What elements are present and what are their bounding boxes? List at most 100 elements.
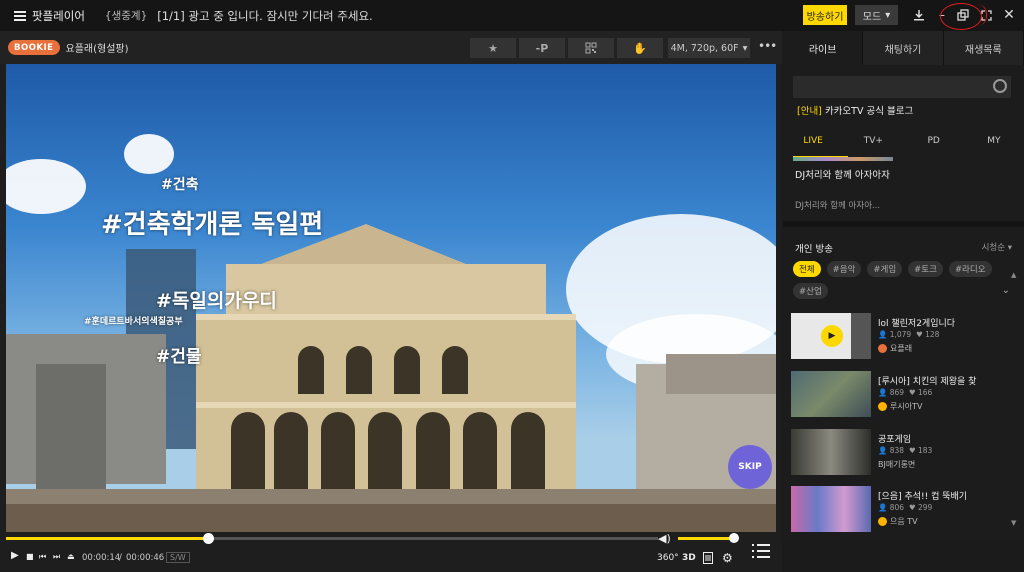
- featured-channel: DJ처리와 함께 아자아...: [795, 201, 881, 211]
- more-options-icon[interactable]: •••: [758, 39, 777, 53]
- search-input[interactable]: [793, 76, 1011, 98]
- overlay-text: #건물: [156, 347, 202, 367]
- time-current: 00:00:14: [82, 553, 121, 563]
- mode-dropdown[interactable]: 모드 ▾: [855, 5, 898, 25]
- chip-game[interactable]: #게임: [867, 261, 903, 277]
- 3d-button[interactable]: 3D: [682, 553, 696, 563]
- video-frame[interactable]: #건축학개론 독일편 #독일의가우디 #건축 #건물 #훈데르트바서의색칠공부 …: [6, 64, 776, 532]
- viewer-count: 838: [889, 446, 905, 455]
- skip-button[interactable]: SKIP: [728, 445, 772, 489]
- prev-icon[interactable]: ⏮: [39, 552, 46, 562]
- chip-talk[interactable]: #토크: [908, 261, 943, 277]
- close-icon[interactable]: ✕: [1001, 6, 1017, 24]
- player-area: BOOKIE 요플래(형설팡) ★ -P ✋ 4M, 720p, 60F ▾ ••…: [0, 31, 782, 572]
- notice-link[interactable]: [안내] 카카오TV 공식 블로그: [797, 103, 913, 117]
- side-panel: 라이브 채팅하기 재생목록 [안내] 카카오TV 공식 블로그 LIVE TV+…: [783, 31, 1024, 541]
- search-icon[interactable]: [993, 79, 1007, 93]
- p-point-icon[interactable]: -P: [519, 38, 565, 58]
- bookie-badge: BOOKIE: [8, 40, 60, 55]
- viewer-count: 1,079: [889, 330, 912, 339]
- viewer-count: 869: [889, 388, 905, 397]
- channel-label: 요플래: [890, 344, 913, 353]
- overlay-text: #건축: [161, 177, 199, 193]
- live-tag: {생중계}: [104, 10, 148, 22]
- stream-channel: 루시아TV: [878, 401, 922, 412]
- stream-title: lol 챌린저2게입니다: [878, 319, 956, 329]
- favorite-star-icon[interactable]: ★: [470, 38, 516, 58]
- list-item[interactable]: [으음] 추석!! 컵 뚝배기 👤 806 ♥ 299 으음 TV: [791, 486, 1013, 534]
- scroll-up-icon[interactable]: ▲: [1011, 271, 1016, 279]
- mode-label: 모드: [862, 11, 882, 23]
- tab-playlist[interactable]: 재생목록: [944, 31, 1024, 65]
- chip-radio[interactable]: #라디오: [948, 261, 992, 277]
- quality-label: 4M, 720p, 60F: [670, 42, 739, 54]
- channel-avatar: [878, 402, 887, 411]
- restore-icon[interactable]: [955, 6, 971, 24]
- volume-handle[interactable]: [729, 533, 739, 543]
- volume-icon[interactable]: ◀): [658, 532, 671, 545]
- dropdown-arrow-icon: ▾: [885, 9, 891, 21]
- stream-channel: BJ매기롱면: [878, 459, 915, 470]
- viewer-count: 806: [889, 503, 905, 512]
- volume-bar[interactable]: [678, 537, 736, 540]
- category-chips: 전체 #음악 #게임 #토크 #라디오 #산업: [793, 261, 993, 299]
- chip-all[interactable]: 전체: [793, 261, 821, 277]
- stop-icon[interactable]: ■: [26, 552, 34, 561]
- like-count: 299: [917, 503, 933, 512]
- sw-codec-label[interactable]: S/W: [166, 552, 190, 563]
- stream-stats: 👤 869 ♥ 166: [878, 388, 933, 397]
- seek-handle[interactable]: [203, 533, 215, 544]
- stream-thumbnail: [791, 429, 871, 475]
- minimize-icon[interactable]: –: [934, 6, 950, 24]
- settings-gear-icon[interactable]: ⚙: [722, 551, 733, 565]
- list-menu-icon[interactable]: [752, 544, 770, 562]
- tab-live[interactable]: 라이브: [783, 31, 864, 65]
- divider: [783, 221, 1024, 227]
- list-item[interactable]: ▶ lol 챌린저2게입니다 👤 1,079 ♥ 128 요플래: [791, 313, 1013, 361]
- stream-channel: 으음 TV: [878, 516, 918, 527]
- time-total: 00:00:46: [126, 553, 165, 563]
- live-tab-my[interactable]: MY: [964, 129, 1024, 159]
- qr-code-icon[interactable]: [568, 38, 614, 58]
- list-item[interactable]: [루시아] 치킨의 제왕을 찾 👤 869 ♥ 166 루시아TV: [791, 371, 1013, 419]
- stream-thumbnail: [791, 486, 871, 532]
- scrollbar[interactable]: ▲ ▼: [1011, 271, 1019, 531]
- stream-title: 공포게임: [878, 435, 912, 445]
- live-tab-tvplus[interactable]: TV+: [843, 129, 903, 159]
- tab-chat[interactable]: 채팅하기: [863, 31, 944, 65]
- playlist-doc-icon[interactable]: [703, 552, 713, 567]
- ad-message: [1/1] 광고 중 입니다. 잠시만 기다려 주세요.: [157, 8, 373, 23]
- featured-thumbnail[interactable]: [793, 157, 893, 161]
- like-count: 166: [917, 388, 933, 397]
- stream-thumbnail: ▶: [791, 313, 871, 359]
- featured-title[interactable]: DJ처리와 함께 아자아자: [795, 169, 905, 183]
- pin-icon[interactable]: [911, 6, 927, 24]
- list-item[interactable]: 공포게임 👤 838 ♥ 183 BJ매기롱면: [791, 429, 1013, 477]
- menu-icon[interactable]: [14, 10, 26, 21]
- scene-illustration: [6, 224, 776, 532]
- time-separator: /: [119, 553, 122, 563]
- broadcast-button[interactable]: 방송하기: [803, 5, 847, 25]
- fullscreen-icon[interactable]: [978, 6, 994, 24]
- live-tab-pd[interactable]: PD: [904, 129, 964, 159]
- side-tabs: 라이브 채팅하기 재생목록: [783, 31, 1024, 65]
- notice-tag: [안내]: [797, 106, 822, 117]
- player-controls: ◀) ▶ ■ ⏮ ⏭ ⏏ 00:00:14 / 00:00:46 S/W 360…: [0, 532, 782, 572]
- hand-icon[interactable]: ✋: [617, 38, 663, 58]
- chip-industry[interactable]: #산업: [793, 283, 828, 299]
- live-tab-live[interactable]: LIVE: [783, 129, 843, 159]
- play-icon[interactable]: ▶: [11, 550, 19, 561]
- scroll-down-icon[interactable]: ▼: [1011, 519, 1016, 527]
- next-icon[interactable]: ⏭: [53, 552, 60, 562]
- channel-name: 요플래(형설팡): [65, 44, 129, 55]
- stream-title: [으음] 추석!! 컵 뚝배기: [878, 492, 968, 502]
- sort-dropdown[interactable]: 시청순 ▾: [982, 241, 1012, 253]
- quality-dropdown[interactable]: 4M, 720p, 60F ▾: [668, 38, 750, 58]
- expand-chevron-icon[interactable]: ⌄: [1002, 285, 1010, 296]
- eject-icon[interactable]: ⏏: [67, 552, 75, 561]
- play-icon: ▶: [821, 325, 843, 347]
- stream-channel: 요플래: [878, 343, 912, 354]
- channel-label: BJ매기롱면: [878, 460, 916, 469]
- vr-360-button[interactable]: 360°: [657, 553, 679, 563]
- chip-music[interactable]: #음악: [826, 261, 862, 277]
